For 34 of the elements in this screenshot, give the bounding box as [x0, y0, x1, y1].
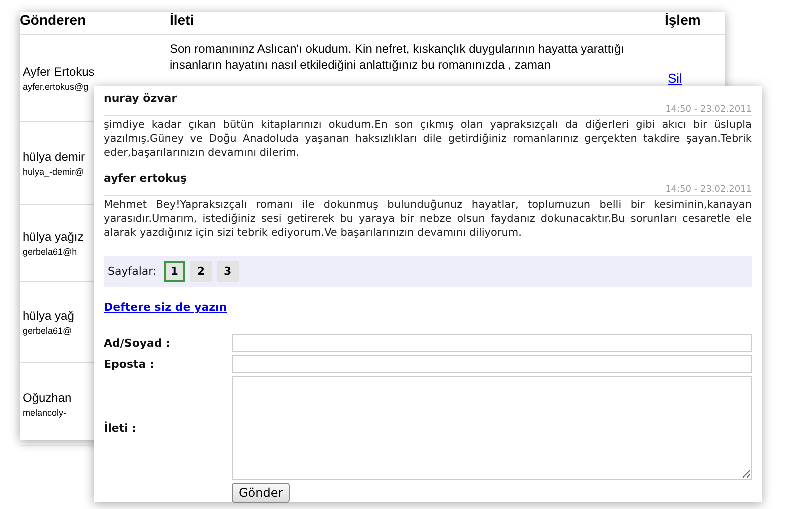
entry-time: 14:50 - 23.02.2011: [666, 105, 752, 115]
sender-name: Oğuzhan: [23, 390, 72, 404]
message-text: insanların hayatını nasıl etkilediğini anlattığınız bu romanınızda , zaman: [170, 57, 552, 73]
sender-name: Ayfer Ertokus: [23, 64, 95, 78]
field-label: İleti :: [104, 422, 138, 434]
column-header: İşlem: [665, 12, 701, 28]
page-button[interactable]: 3: [217, 261, 239, 282]
sender-name: hülya yağız: [23, 230, 84, 244]
write-entry-link[interactable]: Deftere siz de yazın: [104, 301, 228, 314]
sender-email: gerbela61@h: [23, 246, 78, 256]
sender-name: hülya yağ: [23, 308, 74, 322]
entry-time: 14:50 - 23.02.2011: [666, 185, 752, 195]
sender-name: hülya demir: [23, 150, 86, 164]
page-button[interactable]: 2: [190, 261, 212, 282]
input-field[interactable]: [232, 355, 752, 373]
delete-link[interactable]: Sil: [668, 70, 682, 86]
column-header: İleti: [170, 12, 194, 28]
sender-email: ayfer.ertokus@g: [23, 82, 89, 92]
message-text: Son romanınınz Aslıcan'ı okudum. Kin nefret, kıskançlık duygularının hayatta yarattığı: [170, 41, 626, 57]
column-header: Gönderen: [20, 12, 86, 28]
message-field[interactable]: [232, 376, 752, 480]
entry-author: ayfer ertokuş: [104, 172, 188, 185]
field-label: Ad/Soyad :: [104, 336, 172, 350]
sender-email: melancoly-: [23, 408, 67, 418]
field-label: Eposta :: [104, 358, 156, 370]
page-button[interactable]: 1: [164, 261, 186, 282]
entry-text: Mehmet Bey!Yapraksızçalı romanı ile dokunmuş bulunduğunuz hayatlar, toplumuzun belli bir kesiminin,kanayan yarasıdır.Umarım, istediğiniz sesi getirerek bu yaraya bir nebze olsun faydanız dokunacaktır.Bu sorunları cesaretle ele alarak yazdığınız için sizi tebrik ediyorum.Ve başarılarınızın devamını diliyorum.: [104, 198, 752, 240]
entry-author: nuray özvar: [104, 92, 178, 105]
sender-email: gerbela61@: [23, 326, 72, 336]
sender-email: hulya_-demir@: [23, 166, 84, 176]
pagination-label: Sayfalar:: [108, 265, 157, 278]
entry-text: şimdiye kadar çıkan bütün kitaplarınızı okudum.En son çıkmış olan yapraksızçalı da diğerleri gibi akıcı bir üslupla yazılmış.Güney ve Doğu Anadoluda yaşanan haksızlıkları dile getirdiğiniz romanlarınız gerçekten takdire şayan.Tebrik eder,başarılarınızın devamını dilerim.: [104, 118, 752, 160]
input-field[interactable]: [232, 334, 752, 352]
submit-button[interactable]: Gönder: [232, 483, 290, 503]
